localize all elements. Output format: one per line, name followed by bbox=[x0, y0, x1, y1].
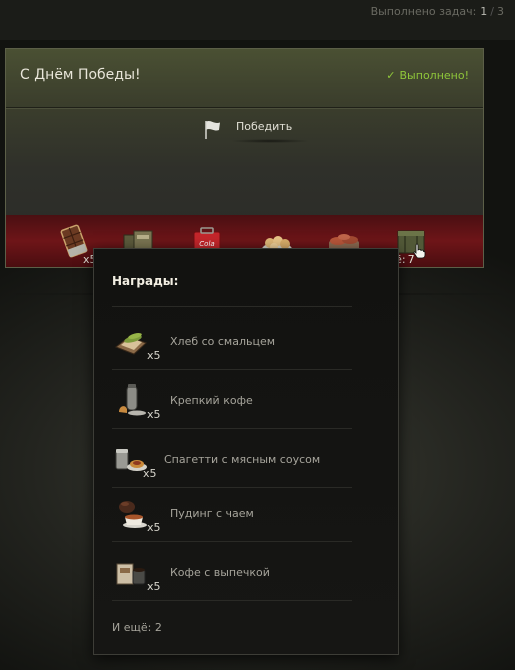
quest-status-label: Выполнено! bbox=[399, 69, 469, 82]
reward-name: Крепкий кофе bbox=[170, 394, 253, 407]
flag-icon bbox=[205, 121, 220, 139]
strong-coffee-icon bbox=[119, 384, 146, 416]
tasks-counter-label: Выполнено задач: bbox=[370, 5, 477, 18]
top-bar: Выполнено задач: 1/3 bbox=[0, 0, 515, 40]
quest-title: С Днём Победы! bbox=[20, 67, 141, 83]
bread-lard-icon bbox=[114, 333, 147, 355]
svg-text:Cola: Cola bbox=[199, 240, 214, 248]
condition-underline bbox=[230, 139, 310, 143]
reward-name: Хлеб со смальцем bbox=[170, 335, 276, 348]
divider bbox=[112, 428, 352, 429]
tasks-counter: Выполнено задач: 1/3 bbox=[371, 5, 504, 18]
divider bbox=[112, 369, 352, 370]
quest-card[interactable]: С Днём Победы! ✓Выполнено! Победить x5 bbox=[5, 48, 484, 268]
reward-name: Пудинг с чаем bbox=[170, 507, 254, 520]
coffee-pastry-icon bbox=[116, 563, 146, 585]
reward-qty: x5 bbox=[147, 580, 161, 593]
reward-name: Спагетти с мясным соусом bbox=[164, 453, 321, 466]
divider bbox=[112, 541, 352, 542]
quest-status: ✓ Выполнено! bbox=[386, 69, 469, 82]
condition-label: Победить bbox=[236, 120, 293, 133]
tooltip-footer: И ещё: 2 bbox=[112, 621, 162, 634]
tasks-separator: / bbox=[490, 5, 494, 18]
divider bbox=[112, 306, 352, 307]
divider bbox=[6, 107, 483, 108]
divider bbox=[112, 600, 352, 601]
check-icon: ✓ bbox=[386, 69, 396, 82]
reward-name: Кофе с выпечкой bbox=[170, 566, 270, 579]
reward-qty: x5 bbox=[147, 521, 161, 534]
reward-qty: x5 bbox=[143, 467, 157, 480]
divider bbox=[112, 487, 352, 488]
pudding-tea-icon bbox=[119, 501, 147, 528]
reward-qty: x5 bbox=[147, 408, 161, 421]
tasks-done-count: 1 bbox=[480, 5, 488, 18]
rewards-tooltip: Награды: x5 Хлеб со смальцем x5 Крепкий … bbox=[93, 248, 399, 655]
hand-cursor-icon bbox=[413, 243, 426, 259]
tooltip-title: Награды: bbox=[112, 274, 179, 288]
tasks-total-count: 3 bbox=[497, 5, 504, 18]
reward-qty: x5 bbox=[147, 349, 161, 362]
quest-condition: Победить bbox=[202, 115, 312, 143]
